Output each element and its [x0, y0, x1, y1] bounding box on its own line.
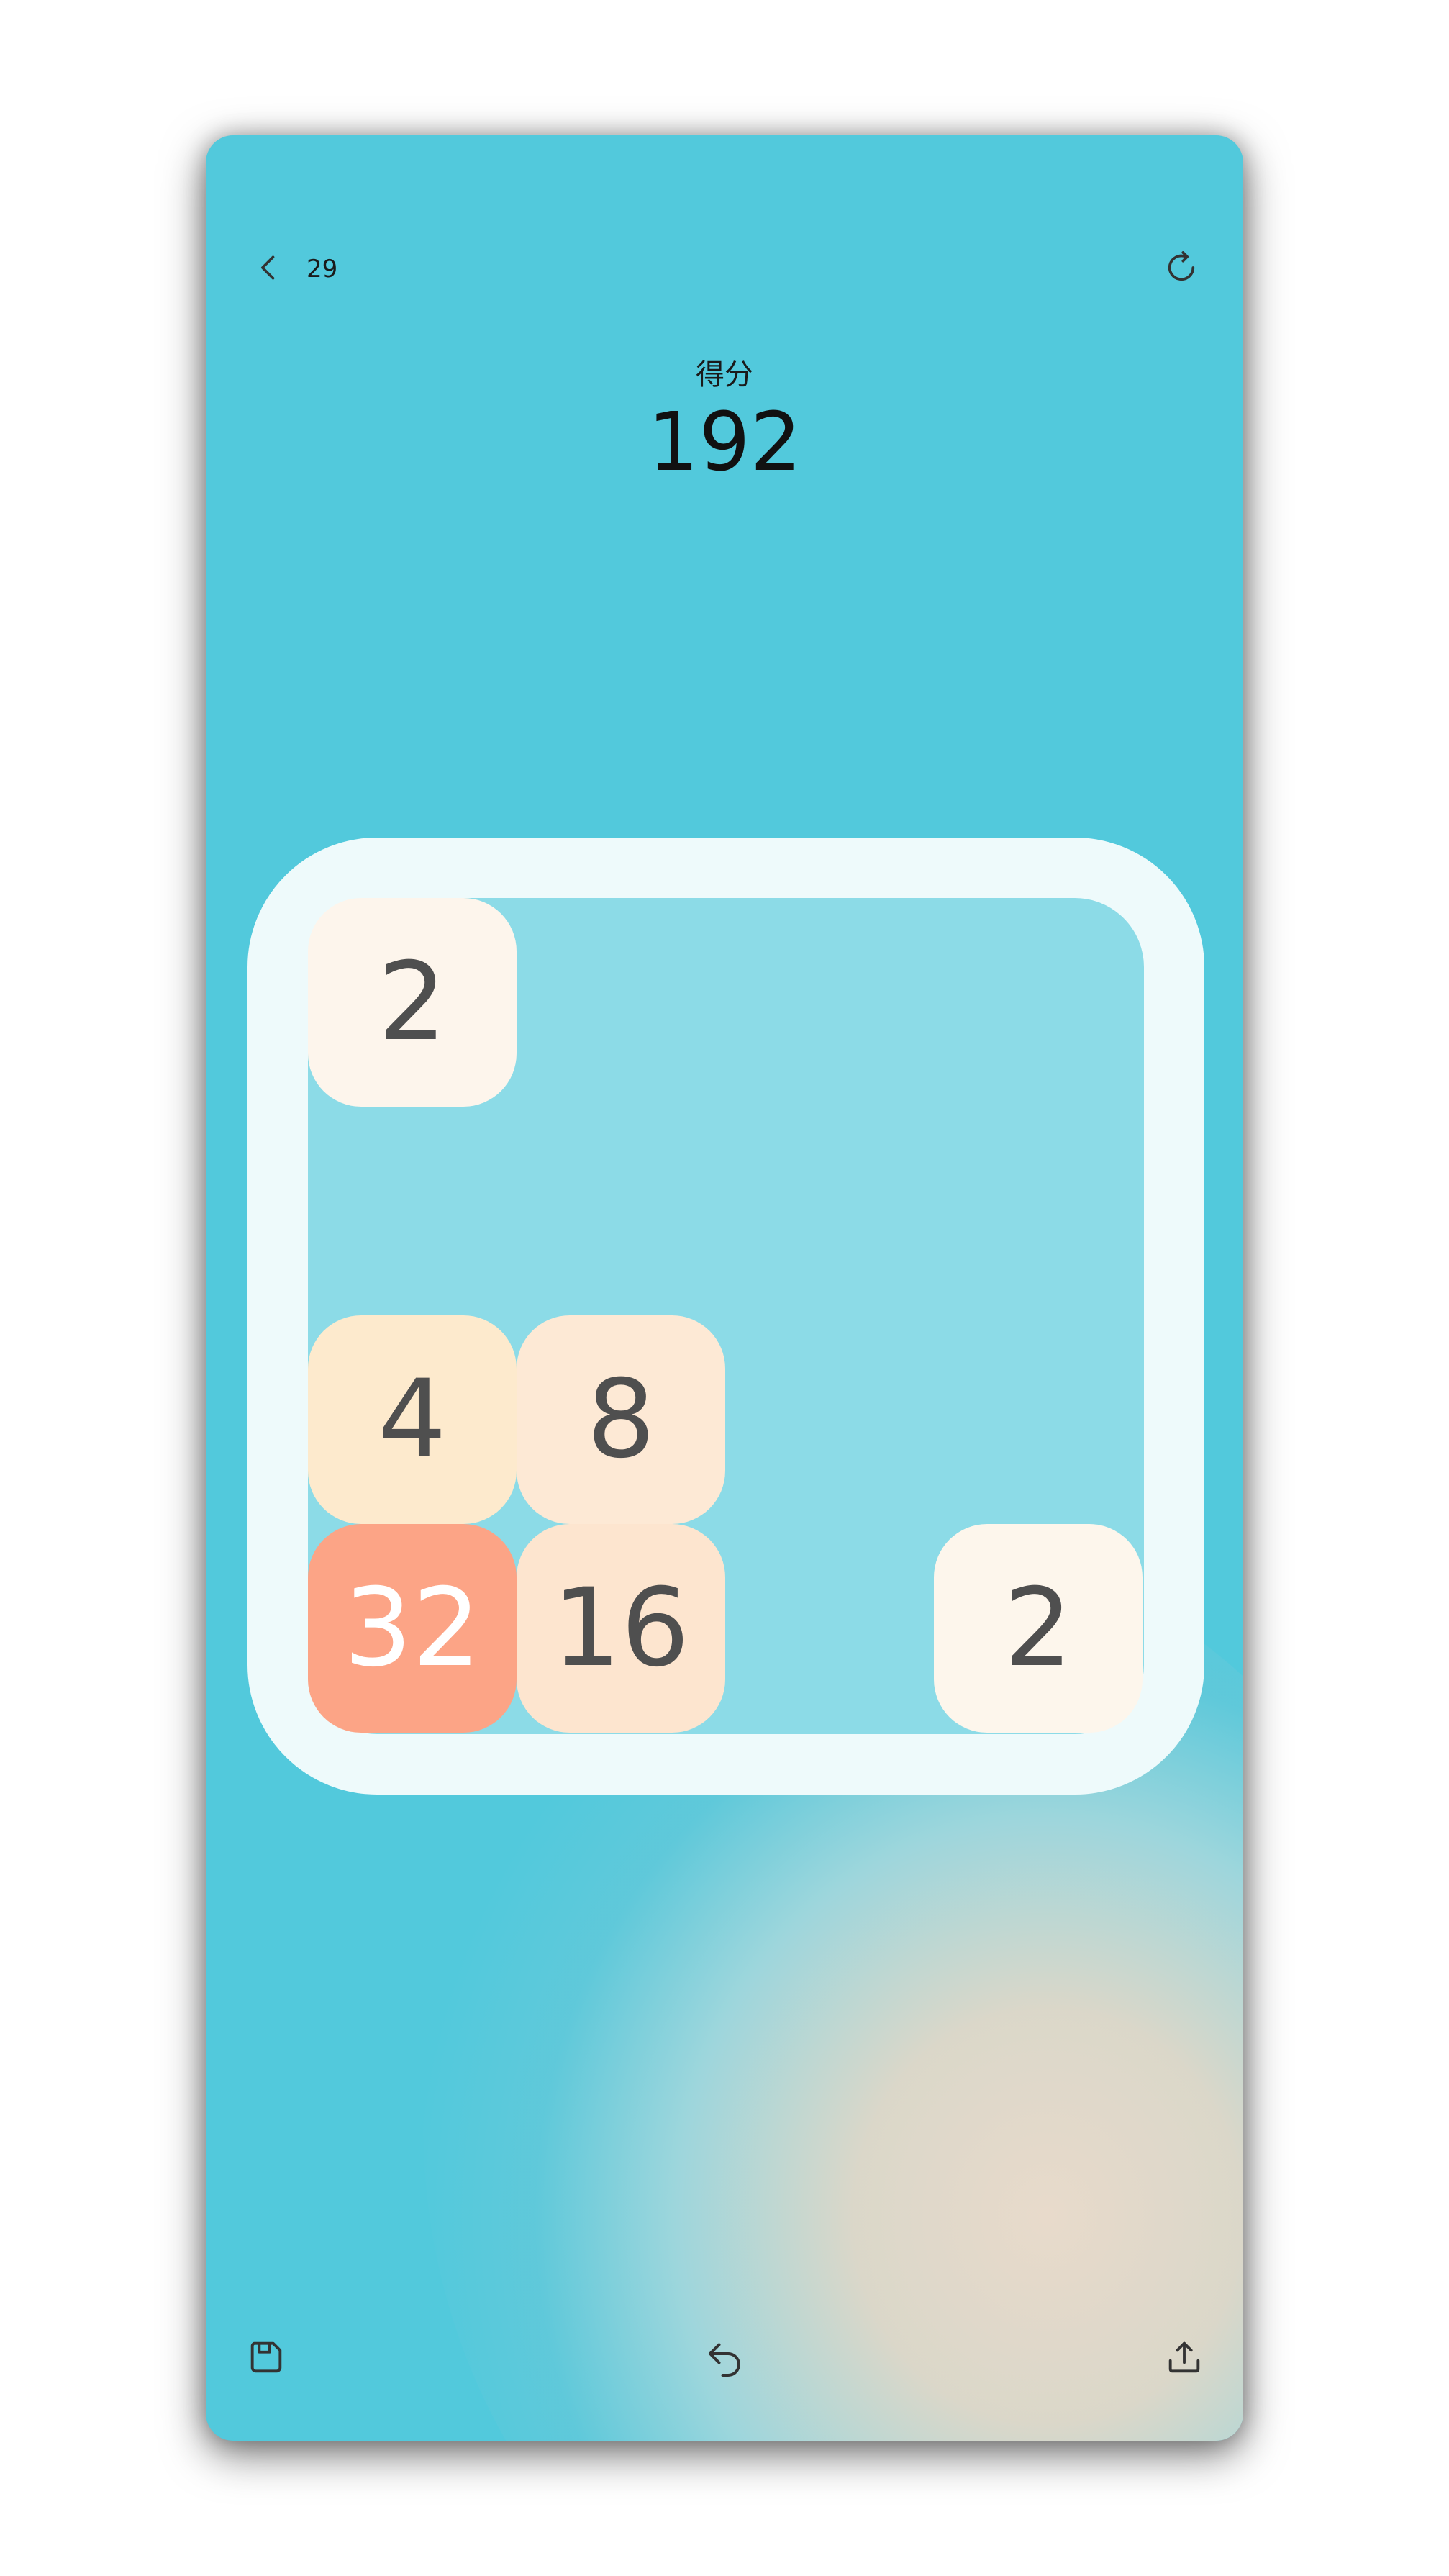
game-screen: 29 得分 192 2 4 8 32 16 2 — [206, 135, 1243, 2441]
score-label: 得分 — [696, 358, 753, 391]
move-counter: 29 — [306, 255, 338, 284]
save-button[interactable] — [237, 2328, 295, 2386]
share-icon — [1168, 2341, 1200, 2373]
score-value: 192 — [648, 396, 801, 489]
save-icon — [250, 2341, 282, 2373]
tile: 8 — [517, 1315, 725, 1524]
game-board[interactable]: 2 4 8 32 16 2 — [247, 838, 1204, 1795]
tile: 2 — [308, 898, 517, 1107]
tile-grid: 2 4 8 32 16 2 — [308, 898, 1144, 1734]
share-button[interactable] — [1155, 2328, 1213, 2386]
tile: 2 — [934, 1524, 1143, 1733]
tile: 4 — [308, 1315, 517, 1524]
tile: 16 — [517, 1524, 725, 1733]
restart-button[interactable] — [1153, 239, 1210, 296]
tile: 32 — [308, 1524, 517, 1733]
chevron-left-icon — [261, 255, 275, 280]
undo-button[interactable] — [696, 2328, 753, 2386]
back-button[interactable] — [240, 239, 298, 296]
refresh-icon — [1168, 251, 1195, 281]
undo-icon — [709, 2343, 740, 2377]
